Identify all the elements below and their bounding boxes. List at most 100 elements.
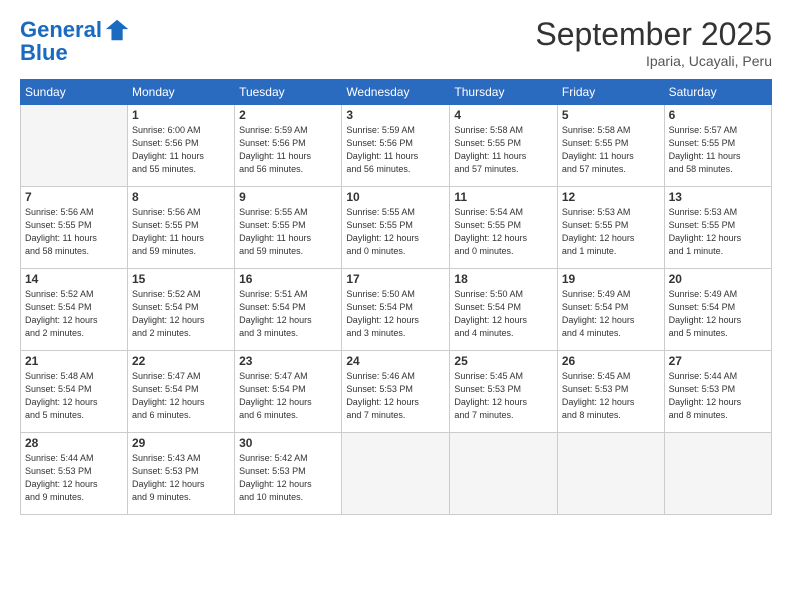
day-info: Sunrise: 5:54 AM Sunset: 5:55 PM Dayligh… [454,206,552,258]
calendar-cell: 12 Sunrise: 5:53 AM Sunset: 5:55 PM Dayli… [557,187,664,269]
day-number: 6 [669,108,767,122]
day-info: Sunrise: 5:57 AM Sunset: 5:55 PM Dayligh… [669,124,767,176]
calendar-cell: 16Sunrise: 5:51 AM Sunset: 5:54 PM Dayli… [235,269,342,351]
calendar-cell: 14 Sunrise: 5:52 AM Sunset: 5:54 PM Dayli… [21,269,128,351]
calendar-cell: 21Sunrise: 5:48 AM Sunset: 5:54 PM Dayli… [21,351,128,433]
header: General Blue September 2025 Iparia, Ucay… [20,16,772,69]
day-number: 22 [132,354,230,368]
day-info: Sunrise: 5:45 AM Sunset: 5:53 PM Dayligh… [454,370,552,422]
day-info: Sunrise: 5:49 AM Sunset: 5:54 PM Dayligh… [669,288,767,340]
calendar-cell: 1Sunrise: 6:00 AM Sunset: 5:56 PM Daylig… [127,105,234,187]
day-number: 7 [25,190,123,204]
calendar-cell: 7 Sunrise: 5:56 AM Sunset: 5:55 PM Daylig… [21,187,128,269]
day-number: 8 [132,190,230,204]
day-info: Sunrise: 5:56 AM Sunset: 5:55 PM Dayligh… [132,206,230,258]
calendar-cell [664,433,771,515]
logo-icon [104,16,132,44]
day-info: Sunrise: 5:56 AM Sunset: 5:55 PM Dayligh… [25,206,123,258]
day-info: Sunrise: 5:47 AM Sunset: 5:54 PM Dayligh… [239,370,337,422]
day-number: 2 [239,108,337,122]
col-header-friday: Friday [557,80,664,105]
calendar-cell: 5 Sunrise: 5:58 AM Sunset: 5:55 PM Daylig… [557,105,664,187]
calendar-cell: 10 Sunrise: 5:55 AM Sunset: 5:55 PM Dayli… [342,187,450,269]
title-block: September 2025 Iparia, Ucayali, Peru [535,16,772,69]
day-info: Sunrise: 5:55 AM Sunset: 5:55 PM Dayligh… [239,206,337,258]
calendar-cell: 30 Sunrise: 5:42 AM Sunset: 5:53 PM Dayli… [235,433,342,515]
day-number: 19 [562,272,660,286]
day-number: 30 [239,436,337,450]
day-number: 10 [346,190,445,204]
calendar-cell: 13 Sunrise: 5:53 AM Sunset: 5:55 PM Dayli… [664,187,771,269]
calendar-cell: 18 Sunrise: 5:50 AM Sunset: 5:54 PM Dayli… [450,269,557,351]
day-info: Sunrise: 5:59 AM Sunset: 5:56 PM Dayligh… [346,124,445,176]
calendar-cell: 11 Sunrise: 5:54 AM Sunset: 5:55 PM Dayli… [450,187,557,269]
day-number: 21 [25,354,123,368]
calendar-cell [342,433,450,515]
day-info: Sunrise: 5:47 AM Sunset: 5:54 PM Dayligh… [132,370,230,422]
calendar-cell: 8 Sunrise: 5:56 AM Sunset: 5:55 PM Daylig… [127,187,234,269]
day-number: 25 [454,354,552,368]
col-header-tuesday: Tuesday [235,80,342,105]
day-number: 5 [562,108,660,122]
day-info: Sunrise: 5:52 AM Sunset: 5:54 PM Dayligh… [25,288,123,340]
calendar-cell: 23 Sunrise: 5:47 AM Sunset: 5:54 PM Dayli… [235,351,342,433]
day-info: Sunrise: 5:52 AM Sunset: 5:54 PM Dayligh… [132,288,230,340]
day-number: 27 [669,354,767,368]
day-number: 28 [25,436,123,450]
day-info: Sunrise: 5:50 AM Sunset: 5:54 PM Dayligh… [346,288,445,340]
day-info: Sunrise: 5:51 AM Sunset: 5:54 PM Dayligh… [239,288,337,340]
day-info: Sunrise: 5:46 AM Sunset: 5:53 PM Dayligh… [346,370,445,422]
calendar-cell: 4 Sunrise: 5:58 AM Sunset: 5:55 PM Daylig… [450,105,557,187]
calendar-cell: 17 Sunrise: 5:50 AM Sunset: 5:54 PM Dayli… [342,269,450,351]
col-header-monday: Monday [127,80,234,105]
calendar-cell [450,433,557,515]
day-info: Sunrise: 5:58 AM Sunset: 5:55 PM Dayligh… [454,124,552,176]
day-number: 18 [454,272,552,286]
day-number: 23 [239,354,337,368]
calendar-cell: 19 Sunrise: 5:49 AM Sunset: 5:54 PM Dayli… [557,269,664,351]
day-number: 20 [669,272,767,286]
calendar-cell: 9 Sunrise: 5:55 AM Sunset: 5:55 PM Daylig… [235,187,342,269]
day-number: 9 [239,190,337,204]
day-info: Sunrise: 5:55 AM Sunset: 5:55 PM Dayligh… [346,206,445,258]
calendar-cell: 29 Sunrise: 5:43 AM Sunset: 5:53 PM Dayli… [127,433,234,515]
calendar-cell: 26 Sunrise: 5:45 AM Sunset: 5:53 PM Dayli… [557,351,664,433]
day-info: Sunrise: 5:50 AM Sunset: 5:54 PM Dayligh… [454,288,552,340]
calendar-cell: 22 Sunrise: 5:47 AM Sunset: 5:54 PM Dayli… [127,351,234,433]
day-number: 14 [25,272,123,286]
day-info: Sunrise: 5:43 AM Sunset: 5:53 PM Dayligh… [132,452,230,504]
calendar-cell: 25 Sunrise: 5:45 AM Sunset: 5:53 PM Dayli… [450,351,557,433]
logo: General Blue [20,16,132,66]
day-number: 1 [132,108,230,122]
calendar-cell: 6 Sunrise: 5:57 AM Sunset: 5:55 PM Daylig… [664,105,771,187]
calendar-cell: 27 Sunrise: 5:44 AM Sunset: 5:53 PM Dayli… [664,351,771,433]
day-info: Sunrise: 5:53 AM Sunset: 5:55 PM Dayligh… [562,206,660,258]
day-number: 11 [454,190,552,204]
calendar-table: SundayMondayTuesdayWednesdayThursdayFrid… [20,79,772,515]
day-info: Sunrise: 5:58 AM Sunset: 5:55 PM Dayligh… [562,124,660,176]
month-title: September 2025 [535,16,772,53]
day-number: 12 [562,190,660,204]
calendar-cell: 3 Sunrise: 5:59 AM Sunset: 5:56 PM Daylig… [342,105,450,187]
day-info: Sunrise: 5:53 AM Sunset: 5:55 PM Dayligh… [669,206,767,258]
day-number: 29 [132,436,230,450]
day-info: Sunrise: 5:49 AM Sunset: 5:54 PM Dayligh… [562,288,660,340]
day-info: Sunrise: 5:42 AM Sunset: 5:53 PM Dayligh… [239,452,337,504]
day-number: 26 [562,354,660,368]
day-info: Sunrise: 5:44 AM Sunset: 5:53 PM Dayligh… [669,370,767,422]
logo-text: General [20,18,102,42]
day-number: 3 [346,108,445,122]
calendar-cell [21,105,128,187]
day-number: 24 [346,354,445,368]
calendar-cell: 20 Sunrise: 5:49 AM Sunset: 5:54 PM Dayli… [664,269,771,351]
location: Iparia, Ucayali, Peru [535,53,772,69]
day-number: 17 [346,272,445,286]
calendar-cell: 24 Sunrise: 5:46 AM Sunset: 5:53 PM Dayli… [342,351,450,433]
day-number: 4 [454,108,552,122]
day-info: Sunrise: 5:59 AM Sunset: 5:56 PM Dayligh… [239,124,337,176]
calendar-cell: 28Sunrise: 5:44 AM Sunset: 5:53 PM Dayli… [21,433,128,515]
day-info: Sunrise: 5:45 AM Sunset: 5:53 PM Dayligh… [562,370,660,422]
calendar-cell [557,433,664,515]
day-number: 13 [669,190,767,204]
col-header-wednesday: Wednesday [342,80,450,105]
